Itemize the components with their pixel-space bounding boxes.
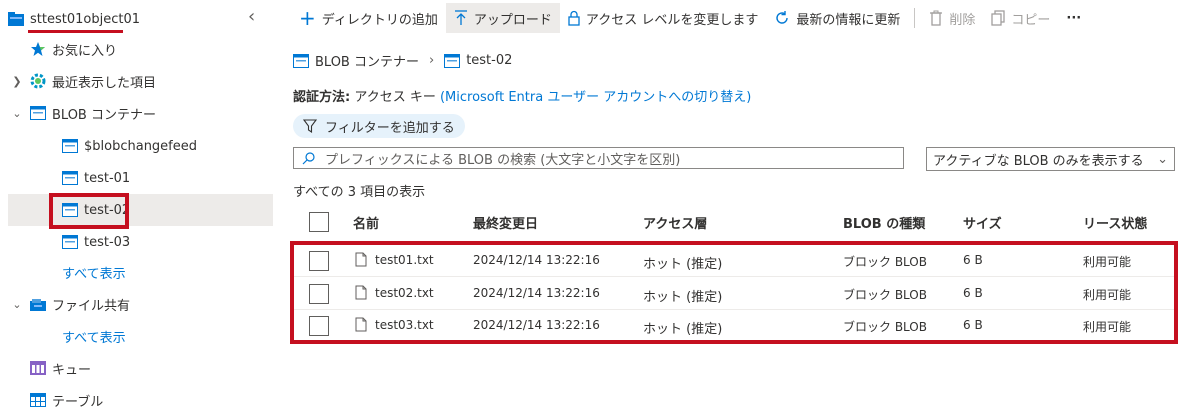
test-02-highlight-box [49, 193, 129, 229]
copy-label: コピー [1011, 12, 1051, 28]
storage-account-name: sttest01object01 [30, 11, 140, 27]
container-icon [293, 53, 309, 68]
sidebar-item-blobchangefeed[interactable]: $blobchangefeed [62, 131, 197, 161]
sidebar-item-recent[interactable]: 最近表示した項目 [30, 66, 156, 96]
add-filter-label: フィルターを追加する [325, 120, 455, 136]
refresh-button[interactable]: 最新の情報に更新 [766, 3, 908, 33]
more-icon: ··· [1066, 10, 1082, 26]
column-header-tier[interactable]: アクセス層 [643, 213, 707, 232]
account-underline-highlight [28, 30, 123, 33]
container-icon [62, 139, 78, 153]
items-summary: すべての 3 項目の表示 [293, 185, 426, 200]
switch-auth-link[interactable]: (Microsoft Entra ユーザー アカウントへの切り替え) [440, 90, 751, 105]
selected-row-background [8, 194, 273, 226]
auth-method-value: アクセス キー [354, 90, 436, 105]
change-access-level-button[interactable]: アクセス レベルを変更します [560, 3, 766, 33]
sidebar-item-label: お気に入り [52, 43, 118, 59]
chevron-down-icon: ⌄ [1157, 151, 1168, 167]
auth-method-label: 認証方法: [293, 90, 351, 105]
show-all-containers-link[interactable]: すべて表示 [62, 257, 126, 287]
delete-button[interactable]: 削除 [921, 3, 983, 33]
select-all-checkbox[interactable] [309, 212, 329, 232]
chevron-down-icon[interactable]: ⌄ [10, 106, 24, 120]
column-header-modified[interactable]: 最終変更日 [473, 213, 538, 232]
copy-icon [991, 10, 1006, 26]
chevron-down-icon[interactable]: ⌄ [10, 297, 24, 311]
breadcrumb-root[interactable]: BLOB コンテナー [315, 51, 419, 70]
container-icon [62, 171, 78, 185]
trash-icon [930, 10, 943, 26]
sidebar-item-file-shares[interactable]: ファイル共有 [30, 289, 130, 319]
column-header-size[interactable]: サイズ [963, 213, 1002, 232]
sidebar-item-label: 最近表示した項目 [52, 75, 157, 91]
auth-method: 認証方法: アクセス キー (Microsoft Entra ユーザー アカウン… [293, 86, 751, 105]
upload-label: アップロード [473, 12, 552, 28]
gear-icon [30, 73, 46, 89]
plus-icon: + [299, 6, 316, 30]
collapse-sidebar-icon[interactable]: ‹ [248, 6, 255, 27]
sidebar-item-blob-containers[interactable]: BLOB コンテナー [30, 98, 156, 128]
refresh-icon [776, 11, 789, 24]
column-header-lease[interactable]: リース状態 [1083, 213, 1147, 232]
add-filter-button[interactable]: フィルターを追加する [293, 114, 465, 138]
sidebar: sttest01object01 ‹ お気に入り ❯ 最近表示した項目 ⌄ BL… [0, 0, 280, 415]
filter-icon [303, 119, 317, 133]
search-placeholder: プレフィックスによる BLOB の検索 (大文字と小文字を区別) [325, 152, 681, 168]
sidebar-item-label: テーブル [52, 394, 104, 410]
queue-icon [30, 361, 46, 375]
copy-button[interactable]: コピー [983, 3, 1058, 33]
breadcrumb-current: test-02 [466, 53, 513, 68]
show-all-file-shares-link[interactable]: すべて表示 [62, 321, 126, 351]
sidebar-item-label: test-01 [84, 170, 131, 186]
sidebar-item-label: BLOB コンテナー [52, 107, 156, 123]
sidebar-item-label: すべて表示 [62, 330, 126, 346]
chevron-right-icon: › [428, 53, 435, 68]
change-access-label: アクセス レベルを変更します [585, 12, 759, 28]
sidebar-item-label: test-03 [84, 234, 131, 250]
blob-search-input[interactable]: プレフィックスによる BLOB の検索 (大文字と小文字を区別) [293, 147, 904, 169]
search-icon [302, 151, 315, 164]
toolbar-separator [914, 8, 916, 28]
sidebar-item-tables[interactable]: テーブル [30, 385, 103, 415]
column-header-name[interactable]: 名前 [353, 213, 379, 232]
container-icon [30, 106, 46, 120]
sidebar-item-queues[interactable]: キュー [30, 353, 91, 383]
lock-icon [568, 10, 580, 26]
more-button[interactable]: ··· [1058, 3, 1089, 33]
breadcrumb: BLOB コンテナー › test-02 [293, 51, 512, 70]
dropdown-selected-value: アクティブな BLOB のみを表示する [933, 153, 1144, 169]
sidebar-item-test-01[interactable]: test-01 [62, 163, 130, 193]
sidebar-item-label: すべて表示 [62, 266, 126, 282]
upload-button[interactable]: アップロード [445, 3, 560, 33]
table-icon [30, 393, 46, 407]
column-header-blob-type[interactable]: BLOB の種類 [843, 213, 925, 232]
blob-rows-highlight-box [290, 241, 1178, 344]
sidebar-item-label: $blobchangefeed [84, 138, 198, 154]
command-bar: + ディレクトリの追加 アップロード アクセス レベルを変更します 最新の情報に… [281, 0, 1181, 36]
main-content: + ディレクトリの追加 アップロード アクセス レベルを変更します 最新の情報に… [281, 0, 1181, 415]
blob-view-dropdown[interactable]: アクティブな BLOB のみを表示する ⌄ [926, 147, 1175, 171]
sidebar-item-label: ファイル共有 [52, 298, 131, 314]
sidebar-item-favorites[interactable]: お気に入り [30, 34, 117, 64]
star-icon [31, 42, 45, 56]
file-share-icon [30, 299, 46, 311]
sidebar-item-label: キュー [52, 362, 92, 378]
add-directory-label: ディレクトリの追加 [321, 12, 438, 28]
chevron-right-icon[interactable]: ❯ [10, 74, 24, 88]
upload-icon [454, 10, 467, 25]
storage-account-icon [8, 12, 24, 26]
refresh-label: 最新の情報に更新 [796, 12, 901, 28]
container-icon [62, 235, 78, 249]
delete-label: 削除 [949, 12, 976, 28]
sidebar-item-test-03[interactable]: test-03 [62, 227, 130, 257]
container-icon [444, 53, 461, 68]
add-directory-button[interactable]: + ディレクトリの追加 [291, 3, 446, 33]
